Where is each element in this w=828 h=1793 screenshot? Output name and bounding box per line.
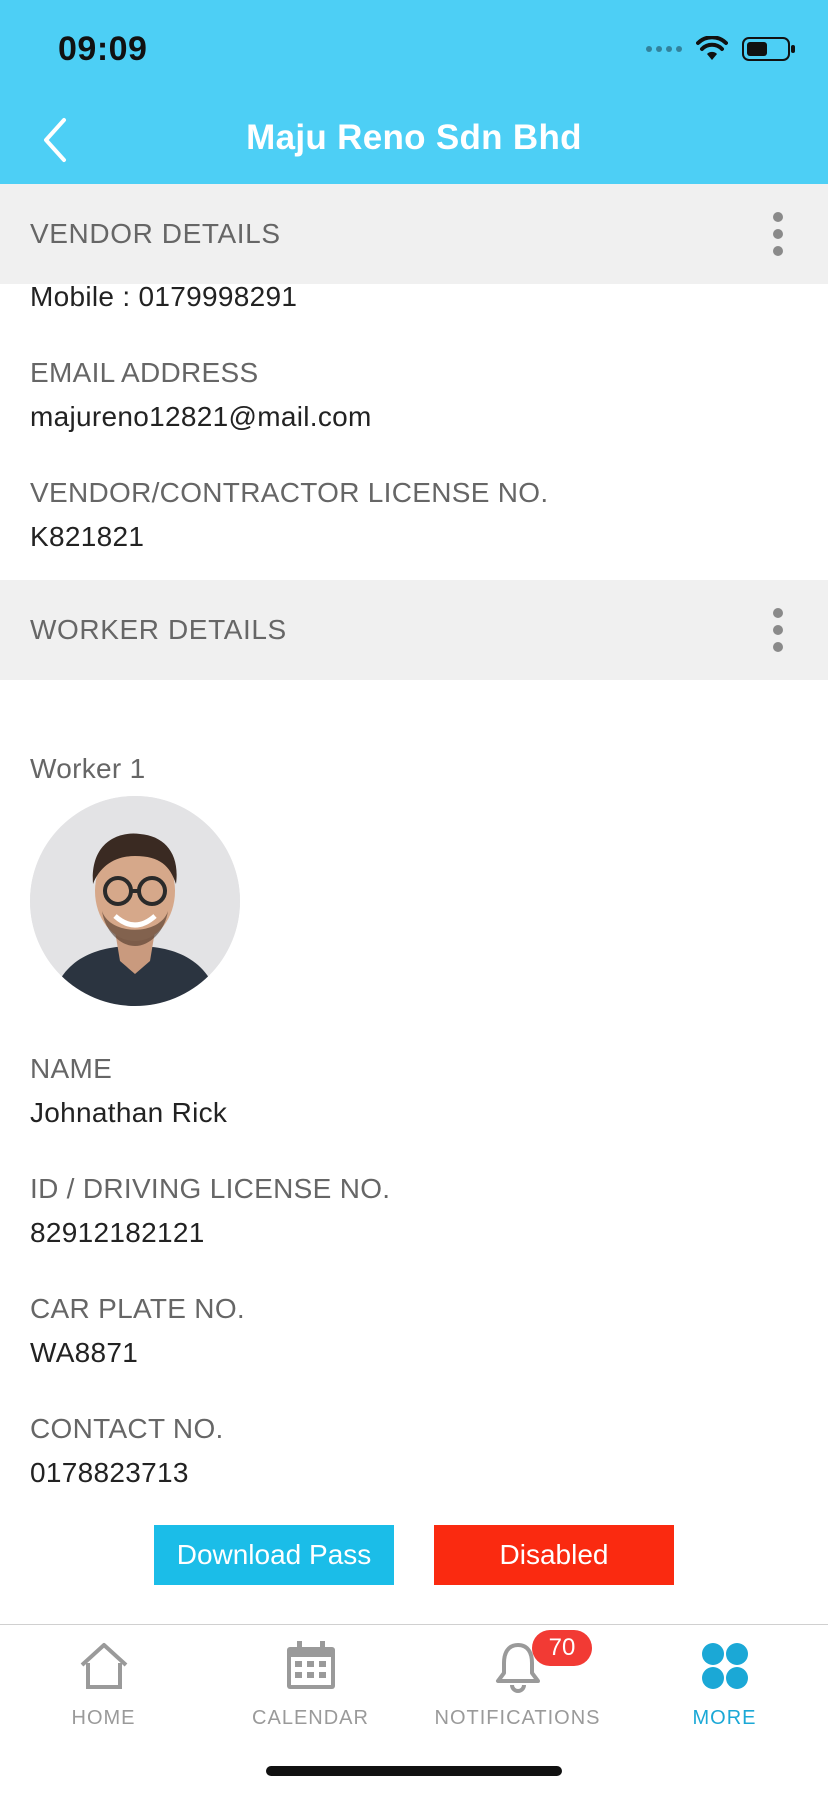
name-value: Johnathan Rick xyxy=(30,1097,228,1128)
worker-details-title: WORKER DETAILS xyxy=(30,614,287,645)
status-time: 09:09 xyxy=(58,30,148,68)
tab-more[interactable]: MORE xyxy=(621,1625,828,1735)
disabled-button[interactable]: Disabled xyxy=(434,1525,674,1585)
notifications-badge: 70 xyxy=(532,1630,592,1666)
home-indicator[interactable] xyxy=(266,1766,562,1776)
name-label: NAME xyxy=(30,1053,113,1084)
tab-calendar-label: CALENDAR xyxy=(252,1707,369,1729)
tab-more-label: MORE xyxy=(692,1707,757,1729)
more-grid-icon xyxy=(701,1643,748,1689)
car-plate-value: WA8871 xyxy=(30,1337,139,1368)
status-icons xyxy=(646,34,796,64)
vendor-details-title: VENDOR DETAILS xyxy=(30,218,281,249)
vendor-mobile: Mobile : 0179998291 xyxy=(30,281,298,312)
id-label: ID / DRIVING LICENSE NO. xyxy=(30,1173,391,1204)
worker-details-header: WORKER DETAILS xyxy=(0,580,828,680)
car-plate-label: CAR PLATE NO. xyxy=(30,1293,245,1324)
worker-title: Worker 1 xyxy=(30,753,146,784)
email-value: majureno12821@mail.com xyxy=(30,401,372,432)
id-value: 82912182121 xyxy=(30,1217,205,1248)
home-icon xyxy=(80,1643,127,1689)
tab-notifications-label: NOTIFICATIONS xyxy=(434,1707,601,1729)
worker-avatar xyxy=(30,796,240,1006)
download-pass-button[interactable]: Download Pass xyxy=(154,1525,394,1585)
worker-more-icon[interactable] xyxy=(768,608,788,652)
battery-icon xyxy=(742,37,795,61)
contact-label: CONTACT NO. xyxy=(30,1413,224,1444)
calendar-icon xyxy=(286,1641,335,1689)
cellular-signal-icon xyxy=(646,46,682,52)
tab-home[interactable]: HOME xyxy=(0,1625,207,1735)
license-label: VENDOR/CONTRACTOR LICENSE NO. xyxy=(30,477,549,508)
tab-home-label: HOME xyxy=(71,1707,136,1729)
license-value: K821821 xyxy=(30,521,145,552)
vendor-more-icon[interactable] xyxy=(768,212,788,256)
vendor-details-header: VENDOR DETAILS xyxy=(0,184,828,284)
tab-calendar[interactable]: CALENDAR xyxy=(207,1625,414,1735)
page-title: Maju Reno Sdn Bhd xyxy=(246,118,582,157)
app-header: 09:09 Maju Reno Sdn Bhd xyxy=(0,0,828,184)
contact-value: 0178823713 xyxy=(30,1457,189,1488)
wifi-icon xyxy=(696,36,728,60)
email-label: EMAIL ADDRESS xyxy=(30,357,259,388)
